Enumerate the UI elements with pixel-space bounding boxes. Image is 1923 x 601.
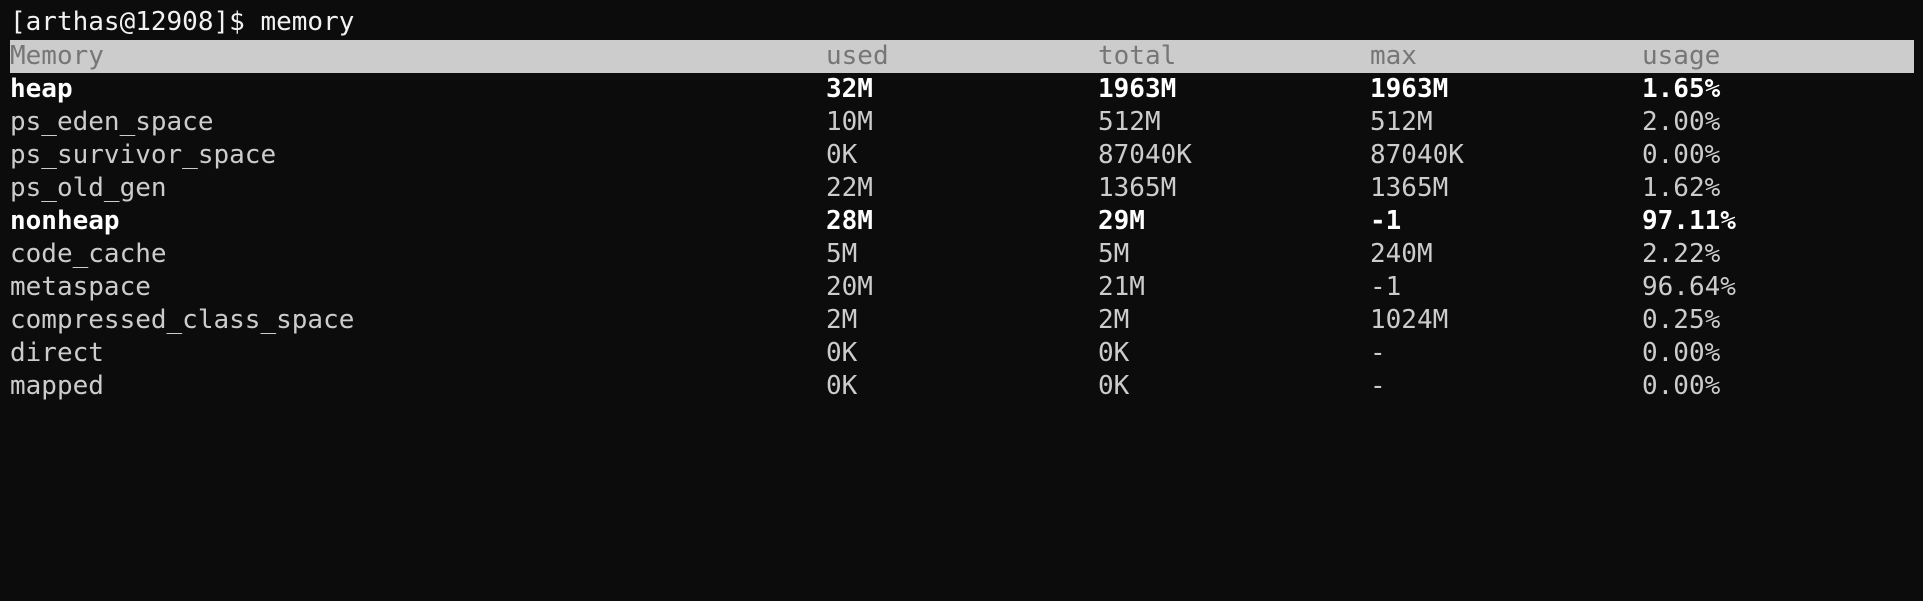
- total-value: 21M: [1098, 272, 1145, 302]
- total-value: 0K: [1098, 338, 1130, 368]
- usage-value: 0.00%: [1642, 338, 1721, 368]
- total-value: 29M: [1098, 206, 1145, 236]
- table-row: ps_eden_space 10M 512M 512M 2.00%: [10, 106, 1914, 139]
- max-value: -: [1370, 371, 1386, 401]
- table-header: Memory used total max usage: [10, 40, 1914, 73]
- memory-name: heap: [10, 74, 73, 104]
- used-value: 28M: [826, 206, 873, 236]
- usage-value: 97.11%: [1642, 206, 1736, 236]
- memory-name: ps_eden_space: [10, 107, 214, 137]
- usage-value: 0.00%: [1642, 140, 1721, 170]
- usage-value: 2.00%: [1642, 107, 1721, 137]
- header-total: total: [1098, 41, 1177, 71]
- header-memory: Memory: [10, 41, 104, 71]
- total-value: 1963M: [1098, 74, 1177, 104]
- memory-name: compressed_class_space: [10, 305, 355, 335]
- max-value: 1365M: [1370, 173, 1449, 203]
- table-row: ps_old_gen 22M 1365M 1365M 1.62%: [10, 172, 1914, 205]
- memory-name: metaspace: [10, 272, 151, 302]
- table-row: metaspace 20M 21M -1 96.64%: [10, 271, 1914, 304]
- used-value: 0K: [826, 140, 858, 170]
- table-row: mapped 0K 0K - 0.00%: [10, 370, 1914, 403]
- table-row: compressed_class_space 2M 2M 1024M 0.25%: [10, 304, 1914, 337]
- used-value: 0K: [826, 371, 858, 401]
- total-value: 512M: [1098, 107, 1161, 137]
- command-prompt: [arthas@12908]$ memory: [10, 7, 355, 37]
- max-value: 87040K: [1370, 140, 1464, 170]
- memory-name: nonheap: [10, 206, 120, 236]
- used-value: 5M: [826, 239, 858, 269]
- total-value: 5M: [1098, 239, 1130, 269]
- total-value: 87040K: [1098, 140, 1192, 170]
- usage-value: 2.22%: [1642, 239, 1721, 269]
- used-value: 2M: [826, 305, 858, 335]
- memory-name: ps_old_gen: [10, 173, 167, 203]
- used-value: 10M: [826, 107, 873, 137]
- memory-name: code_cache: [10, 239, 167, 269]
- memory-name: ps_survivor_space: [10, 140, 277, 170]
- table-row: ps_survivor_space 0K 87040K 87040K 0.00%: [10, 139, 1914, 172]
- table-row: heap 32M 1963M 1963M 1.65%: [10, 73, 1914, 106]
- used-value: 20M: [826, 272, 873, 302]
- header-usage: usage: [1642, 41, 1721, 71]
- usage-value: 1.65%: [1642, 74, 1721, 104]
- max-value: 1963M: [1370, 74, 1449, 104]
- header-used: used: [826, 41, 889, 71]
- max-value: -1: [1370, 206, 1402, 236]
- max-value: -1: [1370, 272, 1402, 302]
- max-value: 1024M: [1370, 305, 1449, 335]
- usage-value: 1.62%: [1642, 173, 1721, 203]
- usage-value: 0.25%: [1642, 305, 1721, 335]
- usage-value: 96.64%: [1642, 272, 1736, 302]
- table-row: nonheap 28M 29M -1 97.11%: [10, 205, 1914, 238]
- memory-name: mapped: [10, 371, 104, 401]
- memory-name: direct: [10, 338, 104, 368]
- terminal-window[interactable]: [arthas@12908]$ memory Memory used total…: [0, 0, 1923, 407]
- total-value: 2M: [1098, 305, 1130, 335]
- max-value: 512M: [1370, 107, 1433, 137]
- max-value: -: [1370, 338, 1386, 368]
- total-value: 0K: [1098, 371, 1130, 401]
- usage-value: 0.00%: [1642, 371, 1721, 401]
- max-value: 240M: [1370, 239, 1433, 269]
- used-value: 32M: [826, 74, 873, 104]
- total-value: 1365M: [1098, 173, 1177, 203]
- header-max: max: [1370, 41, 1417, 71]
- table-row: code_cache 5M 5M 240M 2.22%: [10, 238, 1914, 271]
- used-value: 22M: [826, 173, 873, 203]
- table-row: direct 0K 0K - 0.00%: [10, 337, 1914, 370]
- used-value: 0K: [826, 338, 858, 368]
